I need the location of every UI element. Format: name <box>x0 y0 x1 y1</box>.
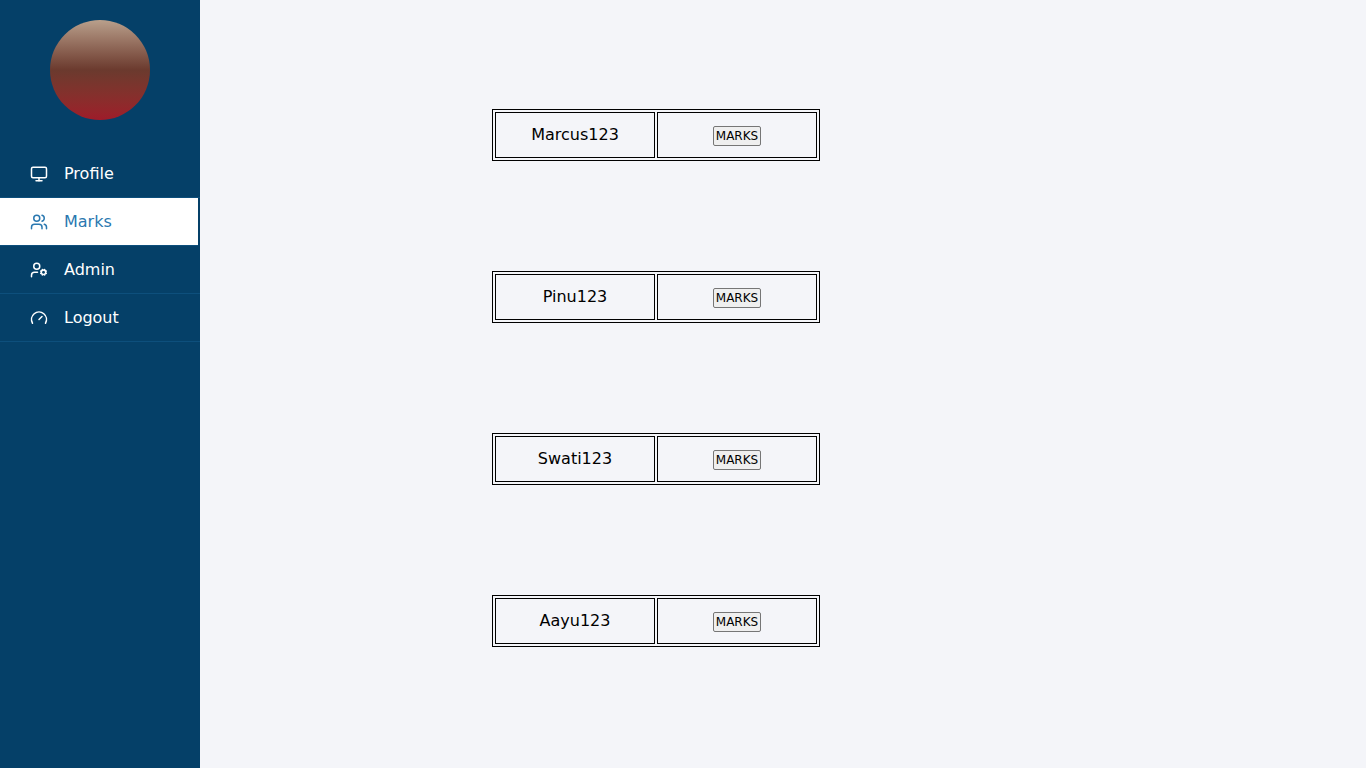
marks-button[interactable]: MARKS <box>713 288 761 308</box>
student-row: Swati123 MARKS <box>495 436 817 482</box>
avatar <box>50 20 150 120</box>
student-table: Marcus123 MARKS <box>492 109 820 161</box>
monitor-icon <box>30 165 48 183</box>
sidebar-item[interactable]: Admin <box>0 246 200 294</box>
sidebar: ProfileMarksAdminLogout <box>0 0 200 768</box>
app: ProfileMarksAdminLogoutMarcus123MARKSPin… <box>0 0 1366 768</box>
student-name: Marcus123 <box>495 112 655 158</box>
student-name: Swati123 <box>495 436 655 482</box>
student-table: Aayu123 MARKS <box>492 595 820 647</box>
student-name: Pinu123 <box>495 274 655 320</box>
student-table: Pinu123 MARKS <box>492 271 820 323</box>
sidebar-nav: ProfileMarksAdminLogout <box>0 150 200 342</box>
marks-cell: MARKS <box>657 598 817 644</box>
student-row: Pinu123 MARKS <box>495 274 817 320</box>
student-table: Swati123 MARKS <box>492 433 820 485</box>
marks-button[interactable]: MARKS <box>713 612 761 632</box>
user-shield-icon <box>30 261 48 279</box>
marks-button[interactable]: MARKS <box>713 450 761 470</box>
marks-cell: MARKS <box>657 112 817 158</box>
sidebar-item[interactable]: Profile <box>0 150 200 198</box>
gauge-icon <box>30 309 48 327</box>
users-icon <box>30 213 48 231</box>
student-name: Aayu123 <box>495 598 655 644</box>
marks-cell: MARKS <box>657 436 817 482</box>
student-row: Aayu123 MARKS <box>495 598 817 644</box>
marks-button[interactable]: MARKS <box>713 126 761 146</box>
student-row: Marcus123 MARKS <box>495 112 817 158</box>
marks-cell: MARKS <box>657 274 817 320</box>
sidebar-item[interactable]: Marks <box>0 198 198 246</box>
sidebar-item[interactable]: Logout <box>0 294 200 342</box>
main-content: Marcus123MARKSPinu123MARKSSwati123MARKSA… <box>200 0 1366 768</box>
